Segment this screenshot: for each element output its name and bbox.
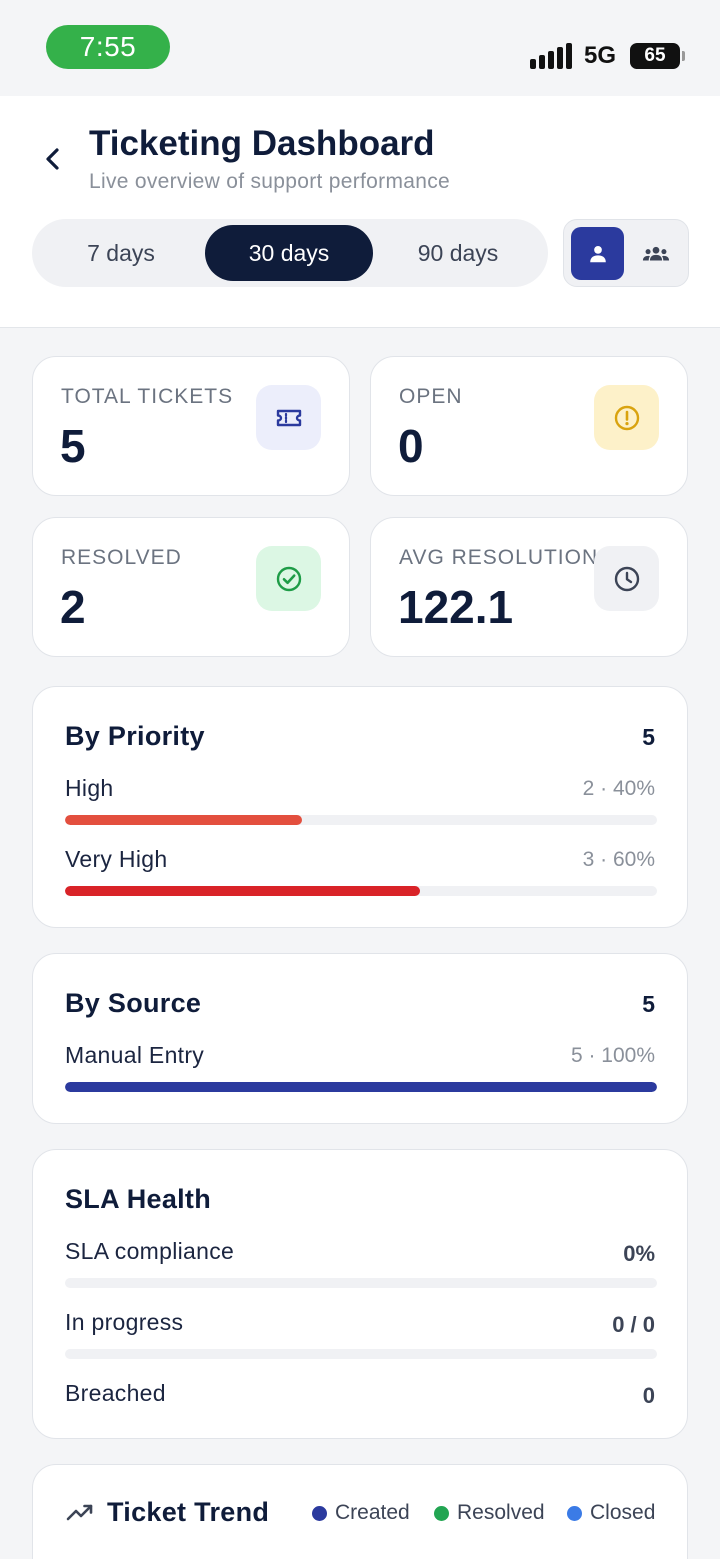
page-title: Ticketing Dashboard <box>89 124 435 163</box>
legend-dot-resolved <box>434 1505 449 1521</box>
status-time: 7:55 <box>46 25 170 69</box>
sla-card: SLA Health SLA compliance 0% In progress… <box>32 1149 688 1439</box>
sla-bar-in-progress <box>65 1349 657 1359</box>
network-label: 5G <box>583 42 616 69</box>
sla-bar-compliance <box>65 1278 657 1288</box>
stat-card-open[interactable]: OPEN 0 <box>370 356 688 496</box>
header: Ticketing Dashboard Live overview of sup… <box>0 96 720 328</box>
legend-closed: Closed <box>567 1501 655 1525</box>
check-circle-icon <box>276 566 301 591</box>
source-bar-manual-entry <box>65 1082 657 1092</box>
stat-card-total-tickets[interactable]: TOTAL TICKETS 5 <box>32 356 350 496</box>
sla-label-compliance: SLA compliance <box>65 1238 235 1264</box>
stat-label: AVG RESOLUTION <box>399 546 599 569</box>
legend-created: Created <box>312 1501 410 1525</box>
section-title: By Source <box>65 988 202 1018</box>
stat-card-avg-resolution[interactable]: AVG RESOLUTION 122.1 <box>370 517 688 657</box>
priority-label-high: High <box>65 775 114 801</box>
stat-label: OPEN <box>399 385 463 408</box>
section-total: 5 <box>642 724 655 750</box>
legend-label-resolved: Resolved <box>457 1501 545 1524</box>
priority-card: By Priority 5 High 2 · 40% Very High 3 ·… <box>32 686 688 928</box>
personal-view-button[interactable] <box>571 227 624 280</box>
view-toggle <box>563 219 689 287</box>
legend-dot-closed <box>567 1505 582 1521</box>
clock-icon <box>614 566 639 591</box>
stat-icon-box <box>594 385 659 450</box>
priority-meta-high: 2 · 40% <box>582 777 655 800</box>
sla-value-in-progress: 0 / 0 <box>612 1312 655 1337</box>
sla-label-breached: Breached <box>65 1380 166 1406</box>
section-title: By Priority <box>65 721 205 751</box>
alert-circle-icon <box>614 405 639 430</box>
range-30-days[interactable]: 30 days <box>205 225 373 281</box>
chevron-left-icon <box>46 148 59 170</box>
battery-icon: 65 <box>630 43 685 69</box>
legend-label-closed: Closed <box>590 1501 656 1524</box>
source-card: By Source 5 Manual Entry 5 · 100% <box>32 953 688 1124</box>
ticket-icon <box>276 409 301 426</box>
legend-resolved: Resolved <box>434 1501 545 1525</box>
status-bar: 7:55 5G 65 <box>0 0 720 96</box>
stat-card-resolved[interactable]: RESOLVED 2 <box>32 517 350 657</box>
stat-label: RESOLVED <box>61 546 182 569</box>
trend-card: Ticket Trend Created Resolved Closed <box>32 1464 688 1559</box>
priority-bar-very-high <box>65 886 657 896</box>
stat-icon-box <box>256 546 321 611</box>
battery-level: 65 <box>644 45 666 66</box>
trending-up-icon <box>66 1504 93 1521</box>
section-total: 5 <box>642 991 655 1017</box>
section-title: SLA Health <box>65 1184 212 1214</box>
group-icon <box>642 246 669 261</box>
source-meta-manual-entry: 5 · 100% <box>570 1044 655 1067</box>
legend-label-created: Created <box>335 1501 410 1524</box>
stat-value: 122.1 <box>398 581 514 633</box>
signal-icon <box>529 43 572 69</box>
stat-icon-box <box>256 385 321 450</box>
stat-value: 2 <box>60 581 86 633</box>
range-90-days[interactable]: 90 days <box>374 225 542 281</box>
sla-label-in-progress: In progress <box>65 1309 184 1335</box>
source-fill-manual-entry <box>65 1082 657 1092</box>
team-view-button[interactable] <box>629 227 682 280</box>
priority-bar-high <box>65 815 657 825</box>
priority-meta-very-high: 3 · 60% <box>582 848 655 871</box>
status-icons: 5G 65 <box>529 42 685 70</box>
stat-icon-box <box>594 546 659 611</box>
person-icon <box>589 245 606 262</box>
priority-label-very-high: Very High <box>65 846 168 872</box>
priority-fill-very-high <box>65 886 421 896</box>
priority-fill-high <box>65 815 302 825</box>
range-selector: 7 days 30 days 90 days <box>32 219 548 287</box>
back-button[interactable] <box>38 144 68 174</box>
stat-value: 5 <box>60 420 86 472</box>
range-7-days[interactable]: 7 days <box>38 225 204 281</box>
sla-value-breached: 0 <box>642 1383 655 1408</box>
stat-value: 0 <box>398 420 424 472</box>
stat-label: TOTAL TICKETS <box>61 385 234 408</box>
sla-value-compliance: 0% <box>623 1241 655 1266</box>
section-title: Ticket Trend <box>107 1497 270 1527</box>
legend-dot-created <box>312 1505 327 1521</box>
source-label-manual-entry: Manual Entry <box>65 1042 205 1068</box>
page-subtitle: Live overview of support performance <box>89 170 450 193</box>
